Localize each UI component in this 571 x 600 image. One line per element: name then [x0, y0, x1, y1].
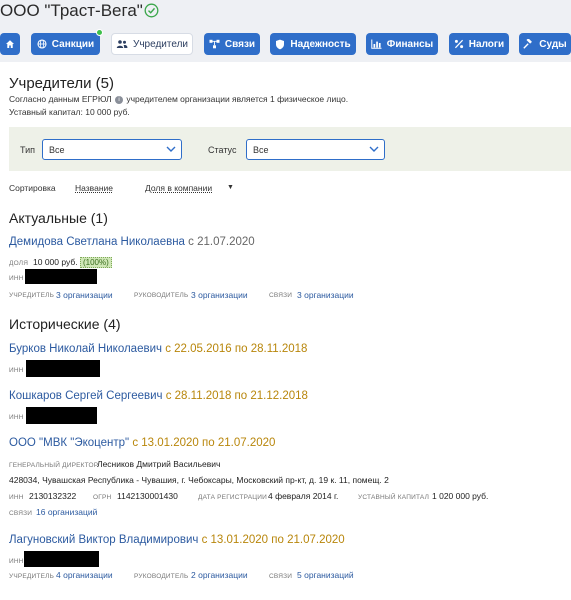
users-icon — [116, 40, 128, 48]
company-ogrn: 1142130001430 — [117, 491, 178, 501]
role-director-link[interactable]: 3 организации — [191, 290, 248, 300]
nav-reliability-button[interactable]: Надежность — [270, 33, 356, 55]
company-capital: 1 020 000 руб. — [432, 491, 489, 501]
sort-by-name[interactable]: Название — [75, 183, 113, 193]
historical-founder-link[interactable]: Бурков Николай Николаевич — [9, 343, 162, 355]
founder-name: Демидова Светлана Николаевна с 21.07.202… — [9, 236, 255, 248]
nav-finances-label: Финансы — [386, 38, 434, 50]
share-label: доля — [9, 260, 29, 267]
role-director-label: руководитель — [134, 573, 189, 580]
nav-links-button[interactable]: Связи — [204, 33, 260, 55]
nav-founders-tab[interactable]: Учредители — [111, 33, 193, 55]
role-director-label: руководитель — [134, 292, 189, 299]
sort-desc-icon: ▼ — [227, 184, 234, 191]
historical-founder-link[interactable]: Кошкаров Сергей Сергеевич — [9, 390, 163, 402]
nav-founders-label: Учредители — [132, 38, 188, 50]
type-filter-value: Все — [49, 145, 65, 155]
check-circle-icon — [144, 3, 159, 18]
nav-courts-label: Суды — [539, 38, 567, 50]
nav-taxes-button[interactable]: Налоги — [449, 33, 509, 55]
status-filter-value: Все — [253, 145, 269, 155]
nav-home-button[interactable] — [0, 33, 20, 55]
shield-icon — [276, 39, 285, 49]
inn-label: ИНН — [9, 558, 24, 565]
nav-sanctions-label: Санкции — [51, 38, 95, 50]
current-heading: Актуальные (1) — [9, 210, 108, 226]
links-label: связи — [9, 510, 33, 517]
historical-founder-date: с 13.01.2020 по 21.07.2020 — [201, 534, 345, 546]
company-address: 428034, Чувашская Республика - Чувашия, … — [9, 475, 389, 485]
founders-note: Согласно данным ЕГРЮЛ i учредителем орга… — [9, 94, 348, 104]
historical-founder-link[interactable]: Лагуновский Виктор Владимирович — [9, 534, 198, 546]
home-icon — [6, 40, 14, 48]
founder-date: с 21.07.2020 — [188, 236, 255, 248]
role-founder-label: учредитель — [9, 573, 55, 580]
registration-date: 4 февраля 2014 г. — [268, 491, 339, 501]
sort-by-share[interactable]: Доля в компании — [145, 183, 212, 193]
historical-heading: Исторические (4) — [9, 316, 121, 332]
founders-note-end: учредителем организации является 1 физич… — [126, 94, 349, 104]
inn-label: ИНН — [9, 414, 24, 421]
percent-icon — [454, 39, 463, 49]
historical-founder-date: с 13.01.2020 по 21.07.2020 — [132, 437, 276, 449]
company-inn: 2130132322 — [29, 491, 77, 501]
links-count-link[interactable]: 16 организаций — [36, 507, 97, 517]
role-founder-link[interactable]: 4 организации — [56, 570, 113, 580]
inn-label: ИНН — [9, 367, 24, 374]
historical-founder-link[interactable]: ООО "МВК "Экоцентр" — [9, 437, 129, 449]
inn-label: ИНН — [9, 275, 24, 282]
founders-note-start: Согласно данным ЕГРЮЛ — [9, 94, 112, 104]
chevron-down-icon — [369, 146, 379, 152]
capital-label: уставный капитал — [358, 494, 430, 501]
share-value: 10 000 руб. (100%) — [33, 257, 112, 268]
notification-dot — [96, 29, 103, 36]
nav-sanctions-button[interactable]: Санкции — [31, 29, 103, 55]
role-director-link[interactable]: 2 организации — [191, 570, 248, 580]
founders-heading: Учредители (5) — [9, 75, 115, 92]
role-founder-link[interactable]: 3 организации — [56, 290, 113, 300]
nav-reliability-label: Надежность — [290, 38, 351, 50]
share-percent-badge: (100%) — [79, 257, 112, 268]
registration-label: дата регистрации — [198, 494, 268, 501]
charter-capital: Уставный капитал: 10 000 руб. — [9, 107, 130, 117]
status-filter-label: Статус — [208, 145, 237, 155]
role-links-label: связи — [269, 573, 293, 580]
founder-name-link[interactable]: Демидова Светлана Николаевна — [9, 236, 185, 248]
redacted-inn — [26, 360, 100, 377]
gavel-icon — [523, 39, 533, 49]
info-icon[interactable]: i — [115, 95, 123, 104]
nav-courts-button[interactable]: Суды — [519, 33, 571, 55]
redacted-inn — [25, 269, 97, 284]
ogrn-label: ОГРН — [93, 494, 112, 501]
network-icon — [209, 39, 220, 49]
historical-founder: ООО "МВК "Экоцентр" с 13.01.2020 по 21.0… — [9, 437, 275, 449]
company-title: ООО "Траст-Вега" — [0, 1, 143, 20]
role-links-link[interactable]: 5 организаций — [297, 570, 354, 580]
redacted-inn — [26, 407, 97, 424]
chevron-down-icon — [166, 146, 176, 152]
director-name: Лесников Дмитрий Васильевич — [97, 459, 221, 469]
historical-founder: Кошкаров Сергей Сергеевич с 28.11.2018 п… — [9, 390, 308, 402]
director-label: генеральный директор — [9, 462, 99, 469]
redacted-inn — [24, 551, 99, 567]
nav-finances-button[interactable]: Финансы — [366, 33, 438, 55]
chart-icon — [371, 39, 382, 49]
nav-links-label: Связи — [224, 38, 256, 50]
globe-icon — [37, 39, 47, 49]
historical-founder: Лагуновский Виктор Владимирович с 13.01.… — [9, 534, 345, 546]
role-links-link[interactable]: 3 организации — [297, 290, 354, 300]
historical-founder-date: с 28.11.2018 по 21.12.2018 — [165, 390, 308, 402]
sort-label: Сортировка — [9, 183, 56, 193]
share-amount: 10 000 руб. — [33, 257, 78, 267]
role-founder-label: учредитель — [9, 292, 55, 299]
historical-founder-date: с 22.05.2016 по 28.11.2018 — [165, 343, 308, 355]
historical-founder: Бурков Николай Николаевич с 22.05.2016 п… — [9, 343, 307, 355]
type-filter-select[interactable]: Все — [42, 139, 182, 160]
status-filter-select[interactable]: Все — [246, 139, 385, 160]
inn-label: ИНН — [9, 494, 24, 501]
nav-taxes-label: Налоги — [468, 38, 505, 50]
type-filter-label: Тип — [20, 145, 36, 155]
role-links-label: связи — [269, 292, 293, 299]
